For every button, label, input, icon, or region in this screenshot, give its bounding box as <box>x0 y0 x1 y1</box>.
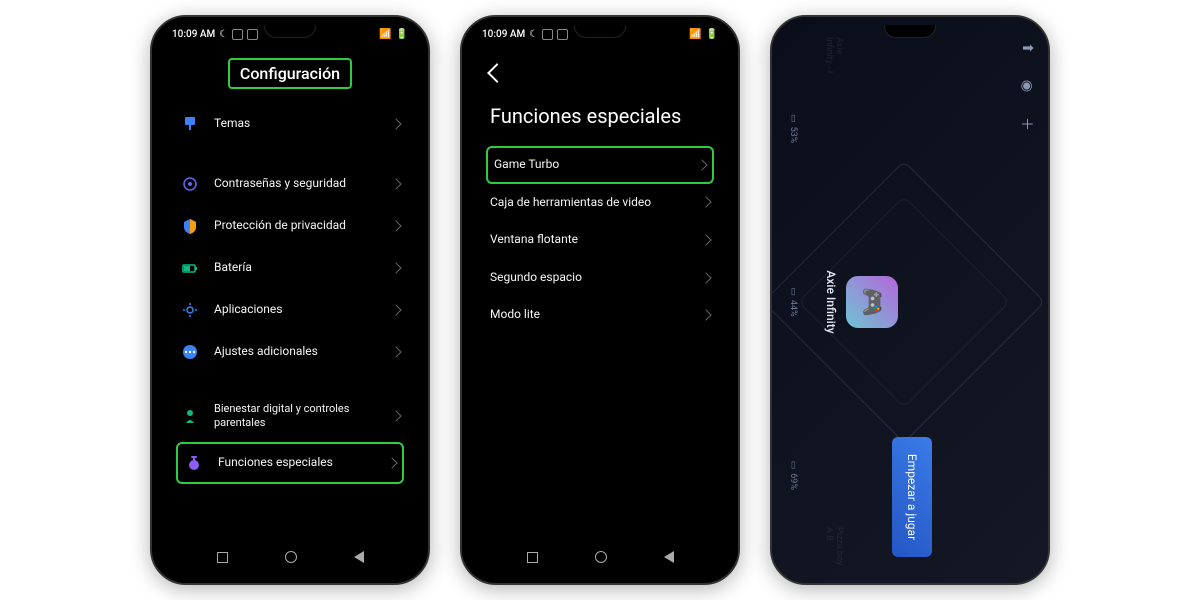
special-row-video-toolbox[interactable]: Caja de herramientas de video <box>486 184 714 222</box>
special-row-lite-mode[interactable]: Modo lite <box>486 296 714 334</box>
special-row-second-space[interactable]: Segundo espacio <box>486 259 714 297</box>
row-label: Protección de privacidad <box>214 218 378 234</box>
chevron-right-icon <box>390 346 401 357</box>
phone-settings: 10:09 AM ☾ 📶 🔋 Configuración Temas <box>150 15 430 585</box>
nav-recents[interactable] <box>527 552 538 563</box>
play-button[interactable]: Empezar a jugar <box>892 437 932 557</box>
gear-icon <box>180 300 200 320</box>
status-icon <box>557 29 568 40</box>
stat-item: ▭ 69% <box>788 461 798 490</box>
page-title: Configuración <box>176 50 404 103</box>
nav-home[interactable] <box>285 551 297 563</box>
status-icon <box>542 29 553 40</box>
nav-bar <box>468 541 732 577</box>
status-bar: 10:09 AM ☾ 📶 🔋 <box>468 23 732 42</box>
back-button[interactable] <box>486 50 714 90</box>
chevron-right-icon <box>390 262 401 273</box>
battery-icon: 🔋 <box>396 29 408 40</box>
row-label: Modo lite <box>490 307 688 323</box>
special-row-game-turbo[interactable]: Game Turbo <box>486 146 714 184</box>
play-button-label: Empezar a jugar <box>905 454 919 540</box>
arrow-left-icon <box>487 63 507 83</box>
settings-row-passwords[interactable]: Contraseñas y seguridad <box>176 163 404 205</box>
phone-special-functions: 10:09 AM ☾ 📶 🔋 Funciones especiales Game… <box>460 15 740 585</box>
app-icon: 🎮 <box>846 276 898 328</box>
settings-row-additional[interactable]: Ajustes adicionales <box>176 331 404 373</box>
gt-app-card-left[interactable]: Axie Infinity - I <box>824 37 984 77</box>
special-icon <box>184 453 204 473</box>
moon-icon: ☾ <box>219 29 228 40</box>
upload-icon[interactable]: ⬆ <box>1016 37 1038 59</box>
status-icon <box>232 29 243 40</box>
stat-value: 53% <box>788 127 798 144</box>
settings-row-themes[interactable]: Temas <box>176 103 404 145</box>
row-label: Ventana flotante <box>490 232 688 248</box>
signal-icon: 📶 <box>379 29 391 40</box>
row-label: Batería <box>214 260 378 276</box>
chevron-right-icon <box>696 159 707 170</box>
chevron-right-icon <box>700 310 711 321</box>
chevron-right-icon <box>390 118 401 129</box>
lock-icon <box>180 174 200 194</box>
app-name: Pizza boy A B <box>824 527 844 567</box>
row-label: Temas <box>214 116 378 132</box>
battery-icon: 🔋 <box>706 29 718 40</box>
chevron-right-icon <box>700 272 711 283</box>
special-row-floating-window[interactable]: Ventana flotante <box>486 221 714 259</box>
nav-back[interactable] <box>664 551 674 563</box>
app-name: Axie Infinity - I <box>824 37 844 77</box>
moon-icon: ☾ <box>529 29 538 40</box>
row-label: Game Turbo <box>494 157 684 173</box>
add-icon[interactable]: ＋ <box>1016 113 1038 135</box>
stat-value: 69% <box>788 473 798 490</box>
chevron-right-icon <box>390 178 401 189</box>
row-label: Caja de herramientas de video <box>490 195 688 211</box>
shield-icon <box>180 216 200 236</box>
phone-game-turbo: ⬆ ◉ ＋ Empezar a jugar Axie Infinity - I … <box>770 15 1050 585</box>
row-label: Bienestar digital y controles parentales <box>214 402 378 431</box>
more-icon <box>180 342 200 362</box>
settings-row-wellbeing[interactable]: Bienestar digital y controles parentales <box>176 391 404 442</box>
page-title: Funciones especiales <box>486 90 714 146</box>
status-icon <box>247 29 258 40</box>
wellbeing-icon <box>180 406 200 426</box>
settings-row-apps[interactable]: Aplicaciones <box>176 289 404 331</box>
nav-home[interactable] <box>595 551 607 563</box>
row-label: Funciones especiales <box>218 455 374 471</box>
row-label: Ajustes adicionales <box>214 344 378 360</box>
row-label: Contraseñas y seguridad <box>214 176 378 192</box>
chevron-right-icon <box>700 197 711 208</box>
status-bar: 10:09 AM ☾ 📶 🔋 <box>158 23 422 42</box>
settings-row-battery[interactable]: Batería <box>176 247 404 289</box>
themes-icon <box>180 114 200 134</box>
chevron-right-icon <box>386 457 397 468</box>
nav-bar <box>158 541 422 577</box>
chevron-right-icon <box>390 304 401 315</box>
status-time: 10:09 AM <box>482 29 525 40</box>
app-name: Axie Infinity <box>824 270 838 333</box>
gt-app-card-center[interactable]: 🎮 Axie Infinity <box>824 247 984 357</box>
row-label: Aplicaciones <box>214 302 378 318</box>
chevron-right-icon <box>390 220 401 231</box>
nav-back[interactable] <box>354 551 364 563</box>
stat-item: ▭ 53% <box>788 114 798 143</box>
record-icon[interactable]: ◉ <box>1016 75 1038 97</box>
row-label: Segundo espacio <box>490 270 688 286</box>
settings-row-special-functions[interactable]: Funciones especiales <box>176 442 404 484</box>
nav-recents[interactable] <box>217 552 228 563</box>
status-time: 10:09 AM <box>172 29 215 40</box>
signal-icon: 📶 <box>689 29 701 40</box>
chevron-right-icon <box>700 234 711 245</box>
battery-icon <box>180 258 200 278</box>
chevron-right-icon <box>390 411 401 422</box>
title-highlight: Configuración <box>228 58 352 89</box>
settings-row-privacy[interactable]: Protección de privacidad <box>176 205 404 247</box>
